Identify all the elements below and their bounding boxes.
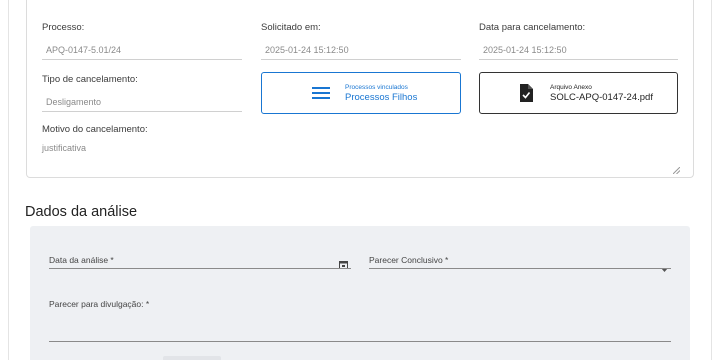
processo-field: Processo: APQ-0147-5.01/24 [42,22,242,60]
data-cancelamento-label: Data para cancelamento: [479,22,586,33]
section-title-dados-analise: Dados da análise [25,204,138,220]
menu-icon [312,86,330,100]
motivo-value: justificativa [42,143,87,153]
partial-button[interactable] [163,356,221,360]
solicitado-em-value: 2025-01-24 15:12:50 [265,45,349,55]
processo-label: Processo: [42,22,85,33]
tipo-cancelamento-label: Tipo de cancelamento: [42,74,138,85]
arquivo-anexo-caption: Arquivo Anexo [550,83,592,91]
solicitado-em-label: Solicitado em: [261,22,321,33]
processos-filhos-title: Processos Filhos [345,91,418,103]
data-cancelamento-field: Data para cancelamento: 2025-01-24 15:12… [479,22,678,60]
arquivo-anexo-button[interactable]: Arquivo Anexo SOLC-APQ-0147-24.pdf [479,72,678,114]
dropdown-arrow-icon[interactable] [661,259,668,272]
parecer-divulgacao-input[interactable] [49,341,671,342]
tipo-cancelamento-underline [42,111,242,112]
processo-value: APQ-0147-5.01/24 [46,45,122,55]
motivo-field[interactable]: Motivo do cancelamento: justificativa [42,124,682,175]
motivo-label: Motivo do cancelamento: [42,124,148,135]
processo-underline [42,59,242,60]
data-analise-label: Data da análise * [49,255,114,265]
calendar-icon[interactable] [339,256,348,269]
processos-vinculados-caption: Processos vinculados [345,83,408,91]
data-cancelamento-value: 2025-01-24 15:12:50 [483,45,567,55]
analysis-panel: Data da análise * Parecer Conclusivo * P… [30,226,690,360]
tipo-cancelamento-field: Tipo de cancelamento: Desligamento [42,74,242,112]
data-analise-input[interactable] [49,268,351,269]
tipo-cancelamento-value: Desligamento [46,97,102,107]
data-cancelamento-underline [479,59,678,60]
solicitado-em-underline [261,59,461,60]
solicitado-em-field: Solicitado em: 2025-01-24 15:12:50 [261,22,461,60]
parecer-divulgacao-label: Parecer para divulgação: * [49,299,150,309]
processos-filhos-button[interactable]: Processos vinculados Processos Filhos [261,72,461,114]
processos-filhos-text: Processos vinculados Processos Filhos [345,83,417,104]
cancellation-details-card: Processo: APQ-0147-5.01/24 Solicitado em… [26,0,694,178]
resize-handle-icon[interactable] [672,161,681,175]
arquivo-anexo-filename: SOLC-APQ-0147-24.pdf [550,91,653,103]
parecer-conclusivo-label: Parecer Conclusivo * [369,255,449,265]
file-check-icon [519,84,533,102]
parecer-conclusivo-select[interactable] [369,268,671,269]
arquivo-anexo-text: Arquivo Anexo SOLC-APQ-0147-24.pdf [550,83,653,104]
